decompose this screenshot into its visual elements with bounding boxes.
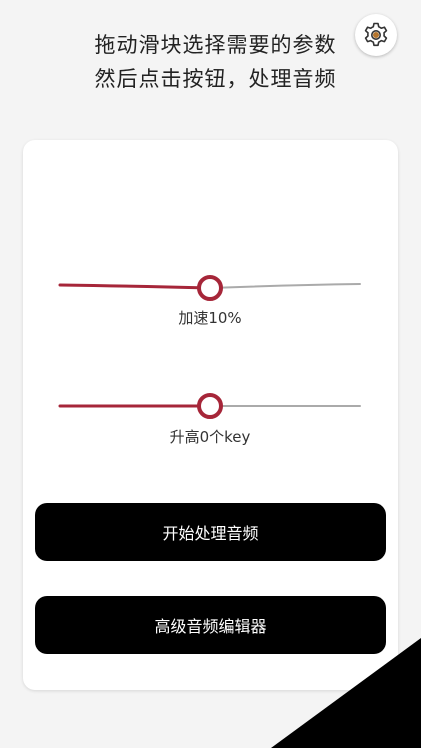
speed-slider-inactive-track (209, 283, 361, 289)
speed-slider-thumb[interactable] (197, 275, 223, 301)
watermark-corner (271, 638, 421, 748)
speed-slider-label: 加速10% (178, 309, 242, 327)
pitch-slider-track[interactable] (58, 392, 361, 422)
pitch-slider: 升高0个key (58, 392, 361, 452)
instruction-line-2: 然后点击按钮，处理音频 (94, 67, 337, 91)
settings-button[interactable] (355, 14, 397, 56)
gear-icon (364, 22, 388, 47)
start-processing-button[interactable]: 开始处理音频 (35, 503, 386, 561)
settings-card: 加速10% 升高0个key 开始处理音频 高级音频编辑器 (23, 140, 398, 690)
speed-slider-track[interactable] (58, 273, 361, 303)
speed-slider: 加速10% (58, 273, 361, 333)
screen: 拖动滑块选择需要的参数 然后点击按钮，处理音频 加速10% 升高0个key 开始… (0, 0, 421, 748)
speed-slider-active-track (58, 283, 212, 290)
pitch-slider-label: 升高0个key (169, 428, 251, 446)
pitch-slider-thumb[interactable] (197, 393, 223, 419)
